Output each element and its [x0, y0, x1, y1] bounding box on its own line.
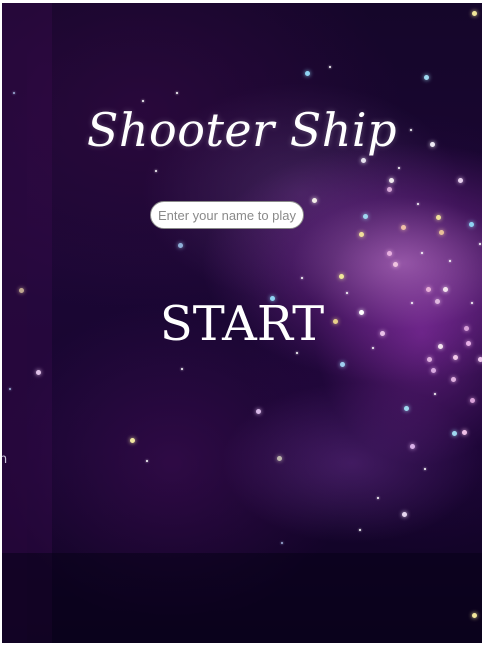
star-icon — [362, 213, 368, 219]
star-icon — [401, 511, 407, 517]
star-icon — [301, 277, 303, 279]
star-icon — [35, 369, 41, 375]
star-icon — [471, 10, 477, 16]
star-icon — [471, 302, 473, 304]
left-edge-inner-band — [2, 3, 27, 643]
star-icon — [425, 286, 431, 292]
player-name-input[interactable] — [150, 201, 304, 229]
star-icon — [388, 177, 394, 183]
star-icon — [146, 460, 148, 462]
star-icon — [9, 388, 11, 390]
star-icon — [434, 393, 436, 395]
star-icon — [304, 70, 310, 76]
star-icon — [426, 356, 432, 362]
star-icon — [442, 286, 448, 292]
star-icon — [463, 325, 469, 331]
star-icon — [434, 298, 440, 304]
star-icon — [129, 437, 135, 443]
star-icon — [411, 302, 413, 304]
star-icon — [386, 186, 392, 192]
star-icon — [403, 405, 409, 411]
star-icon — [372, 347, 374, 349]
star-icon — [479, 243, 481, 245]
star-icon — [461, 429, 467, 435]
star-icon — [465, 340, 471, 346]
star-icon — [424, 468, 426, 470]
star-icon — [417, 203, 419, 205]
start-button[interactable]: START — [142, 291, 342, 357]
star-icon — [359, 529, 361, 531]
star-icon — [430, 367, 436, 373]
star-icon — [451, 430, 457, 436]
star-icon — [360, 157, 366, 163]
star-icon — [386, 250, 392, 256]
star-icon — [346, 292, 348, 294]
star-icon — [276, 455, 282, 461]
star-icon — [142, 100, 144, 102]
star-icon — [468, 221, 474, 227]
star-icon — [358, 309, 364, 315]
bottom-band — [2, 553, 482, 643]
star-icon — [449, 260, 451, 262]
star-icon — [469, 397, 475, 403]
game-canvas: Shooter Ship START n — [2, 3, 482, 643]
star-icon — [438, 229, 444, 235]
star-icon — [471, 612, 477, 618]
star-icon — [338, 273, 344, 279]
star-icon — [457, 177, 463, 183]
edge-glyph: n — [2, 452, 8, 467]
star-icon — [281, 542, 283, 544]
star-icon — [400, 224, 406, 230]
star-icon — [18, 287, 24, 293]
star-icon — [409, 443, 415, 449]
star-icon — [329, 66, 331, 68]
game-title: Shooter Ship — [86, 103, 398, 157]
star-icon — [311, 197, 317, 203]
star-icon — [421, 252, 423, 254]
star-icon — [13, 92, 15, 94]
star-icon — [155, 170, 157, 172]
star-icon — [435, 214, 441, 220]
star-icon — [379, 330, 385, 336]
star-icon — [437, 343, 443, 349]
star-icon — [176, 92, 178, 94]
star-icon — [452, 354, 458, 360]
star-icon — [477, 356, 482, 362]
star-icon — [423, 74, 429, 80]
star-icon — [177, 242, 183, 248]
star-icon — [255, 408, 261, 414]
star-icon — [339, 361, 345, 367]
star-icon — [398, 167, 400, 169]
star-icon — [450, 376, 456, 382]
star-icon — [358, 231, 364, 237]
star-icon — [392, 261, 398, 267]
star-icon — [181, 368, 183, 370]
star-icon — [377, 497, 379, 499]
